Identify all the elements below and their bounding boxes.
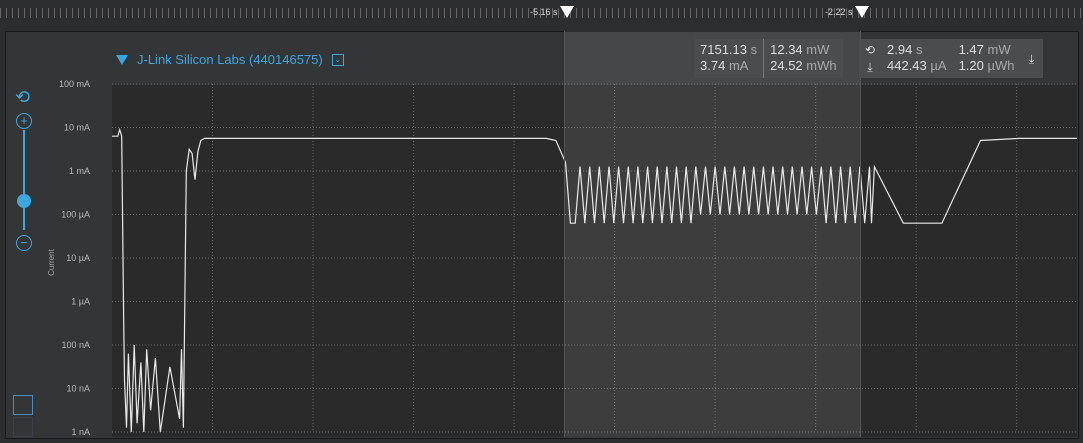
total-time-unit: s [750,42,758,57]
reset-zoom-icon[interactable]: ⟲ [15,88,30,106]
marker-left-icon[interactable] [559,6,574,18]
zoom-control[interactable]: ⟲ + − [14,88,34,258]
sel-current: 442.43 [887,58,927,73]
reset-selection-icon[interactable]: ⟲ [863,43,877,57]
export-icon[interactable]: ⤓ [863,60,877,74]
device-selector[interactable]: J-Link Silicon Labs (440146575) ⌄ [116,52,344,67]
marker-right-icon[interactable] [854,6,869,18]
zoom-in-icon[interactable]: + [16,113,32,129]
collapse-icon[interactable] [116,54,128,65]
total-power-unit: mW [806,42,830,57]
mode-log-icon[interactable] [13,395,33,415]
marker-right[interactable]: -2.22 s [825,6,869,18]
sel-power: 1.47 [958,42,984,57]
download-icon[interactable]: ⤓ [1025,52,1039,66]
device-name: J-Link Silicon Labs (440146575) [137,52,323,67]
zoom-out-icon[interactable]: − [16,235,32,251]
stats-total: 7151.13 s 3.74 mA 12.34 mW 24.52 mWh [694,39,843,78]
marker-left-label: -5.16 s [530,7,558,17]
total-energy-unit: mWh [806,58,837,73]
selection-region[interactable] [564,31,861,437]
y-axis-title: Current [46,249,56,276]
marker-left[interactable]: -5.16 s [530,6,574,18]
sel-current-unit: µA [930,58,947,73]
timeline-ruler[interactable]: -5.16 s -2.22 s [0,0,1083,30]
total-current: 3.74 [700,58,726,73]
zoom-track[interactable] [23,130,25,230]
mode-linear-icon[interactable] [13,417,33,437]
marker-right-label: -2.22 s [825,7,853,17]
sel-time-unit: s [915,42,923,57]
dropdown-icon[interactable]: ⌄ [331,53,344,66]
zoom-slider-knob[interactable] [17,194,31,208]
total-power: 12.34 [770,42,803,57]
view-mode-buttons [13,395,33,439]
sel-time: 2.94 [887,42,913,57]
sel-energy: 1.20 [958,58,984,73]
total-time: 7151.13 [700,42,747,57]
total-current-unit: mA [728,58,749,73]
stats-selection: ⟲ ⤓ 2.94 s 442.43 µA 1.47 mW 1.20 µWh ⤓ [859,39,1043,78]
sel-power-unit: mW [987,42,1011,57]
sel-energy-unit: µWh [987,58,1015,73]
total-energy: 24.52 [770,58,803,73]
